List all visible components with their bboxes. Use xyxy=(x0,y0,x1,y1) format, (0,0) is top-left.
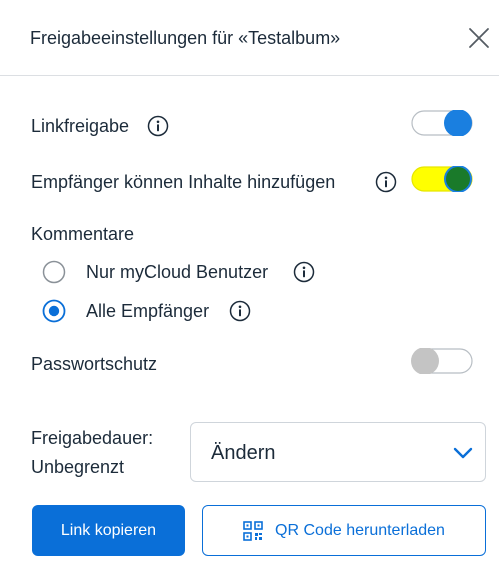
duration-value: Unbegrenzt xyxy=(31,457,125,477)
copy-link-label: Link kopieren xyxy=(60,521,157,539)
info-icon[interactable] xyxy=(375,171,397,193)
close-icon[interactable] xyxy=(466,25,492,51)
dropdown-value: Ändern xyxy=(211,442,276,464)
comments-option-mycloud-users[interactable]: Nur myCloud Benutzer xyxy=(86,262,268,283)
password-protection-toggle[interactable] xyxy=(411,348,473,374)
qr-code-icon xyxy=(243,520,263,541)
link-sharing-label: Linkfreigabe xyxy=(31,116,130,136)
info-icon[interactable] xyxy=(293,261,315,283)
link-sharing-toggle[interactable] xyxy=(411,110,473,136)
comments-option-all-recipients[interactable]: Alle Empfänger xyxy=(86,301,209,322)
download-qr-label: QR Code herunterladen xyxy=(275,521,445,539)
duration-label: Freigabedauer: xyxy=(31,428,154,448)
duration-dropdown[interactable]: Ändern xyxy=(190,422,486,482)
comments-label: Kommentare xyxy=(31,224,135,244)
radio-all-recipients[interactable] xyxy=(42,299,66,323)
password-protection-label: Passwortschutz xyxy=(31,354,158,374)
info-icon[interactable] xyxy=(229,300,251,322)
dialog-header: Freigabeeinstellungen für «Testalbum» xyxy=(0,0,499,76)
dialog-title: Freigabeeinstellungen für «Testalbum» xyxy=(30,28,341,48)
recipients-add-toggle[interactable] xyxy=(411,166,473,192)
chevron-down-icon xyxy=(453,447,473,459)
download-qr-button[interactable]: QR Code herunterladen xyxy=(202,505,486,556)
share-settings-dialog: Freigabeeinstellungen für «Testalbum» Li… xyxy=(0,0,499,566)
radio-mycloud-users[interactable] xyxy=(42,260,66,284)
info-icon[interactable] xyxy=(147,115,169,137)
copy-link-button[interactable]: Link kopieren xyxy=(32,505,185,556)
recipients-add-label: Empfänger können Inhalte hinzufügen xyxy=(31,172,336,192)
